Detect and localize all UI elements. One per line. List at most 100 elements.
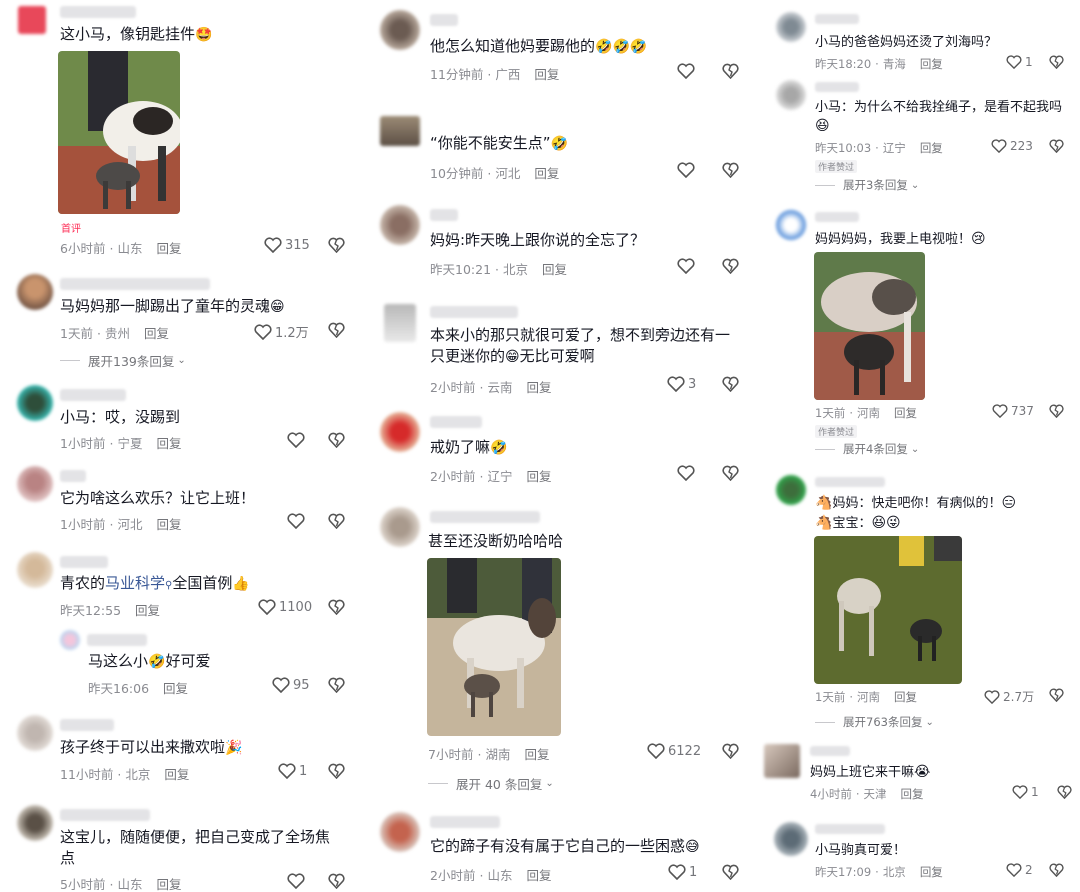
reply-button[interactable]: 回复: [900, 787, 923, 801]
dislike-button[interactable]: [328, 322, 345, 338]
avatar[interactable]: [380, 116, 420, 146]
username[interactable]: [815, 477, 885, 487]
dislike-button[interactable]: [1049, 55, 1064, 69]
dislike-button[interactable]: [722, 258, 739, 274]
like-button[interactable]: 1: [1012, 785, 1039, 799]
reply-button[interactable]: 回复: [156, 241, 181, 256]
username[interactable]: [815, 14, 859, 24]
avatar[interactable]: [17, 466, 53, 502]
dislike-button[interactable]: [1049, 404, 1064, 418]
reply-button[interactable]: 回复: [526, 469, 551, 484]
avatar[interactable]: [380, 412, 420, 452]
avatar[interactable]: [380, 205, 420, 245]
like-button[interactable]: 1: [278, 763, 307, 779]
avatar[interactable]: [380, 10, 420, 50]
comment-image[interactable]: [58, 51, 180, 214]
reply-button[interactable]: 回复: [894, 690, 917, 704]
comment-image[interactable]: [814, 536, 962, 684]
like-button[interactable]: 1100: [258, 599, 312, 615]
username[interactable]: [430, 511, 540, 523]
dislike-button[interactable]: [722, 63, 739, 79]
username[interactable]: [430, 306, 518, 318]
username[interactable]: [60, 389, 126, 401]
username[interactable]: [60, 719, 114, 731]
like-button[interactable]: [287, 513, 305, 529]
avatar[interactable]: [776, 210, 806, 240]
comment-image[interactable]: [814, 252, 925, 400]
dislike-button[interactable]: [1057, 785, 1072, 799]
username[interactable]: [815, 212, 859, 222]
like-button[interactable]: 6122: [647, 743, 701, 759]
reply-button[interactable]: 回复: [534, 67, 559, 82]
username[interactable]: [60, 6, 136, 18]
dislike-button[interactable]: [722, 864, 739, 880]
dislike-button[interactable]: [328, 763, 345, 779]
avatar[interactable]: [764, 744, 800, 778]
reply-button[interactable]: 回复: [526, 380, 551, 395]
dislike-button[interactable]: [1049, 688, 1064, 702]
reply-button[interactable]: 回复: [920, 57, 943, 71]
avatar[interactable]: [776, 12, 806, 42]
reply-button[interactable]: 回复: [894, 406, 917, 420]
like-button[interactable]: 223: [991, 139, 1033, 153]
username[interactable]: [87, 634, 147, 646]
like-button[interactable]: 1: [1006, 55, 1033, 69]
like-button[interactable]: [677, 465, 695, 481]
avatar[interactable]: [776, 475, 806, 505]
reply-button[interactable]: 回复: [156, 517, 181, 532]
like-button[interactable]: [287, 432, 305, 448]
avatar[interactable]: [774, 822, 808, 856]
like-button[interactable]: [677, 63, 695, 79]
avatar[interactable]: [776, 80, 806, 110]
comment-image[interactable]: [427, 558, 561, 736]
like-button[interactable]: 2.7万: [984, 688, 1034, 705]
dislike-button[interactable]: [1049, 863, 1064, 877]
dislike-button[interactable]: [722, 162, 739, 178]
like-button[interactable]: [677, 258, 695, 274]
expand-replies-button[interactable]: 展开139条回复 ⌄: [60, 351, 186, 370]
reply-button[interactable]: 回复: [542, 262, 567, 277]
dislike-button[interactable]: [328, 599, 345, 615]
like-button[interactable]: 1.2万: [254, 322, 309, 341]
dislike-button[interactable]: [722, 376, 739, 392]
username[interactable]: [815, 824, 885, 834]
reply-button[interactable]: 回复: [524, 747, 549, 762]
dislike-button[interactable]: [328, 873, 345, 889]
like-button[interactable]: 95: [272, 677, 310, 693]
username[interactable]: [810, 746, 850, 756]
like-button[interactable]: [677, 162, 695, 178]
like-button[interactable]: 315: [264, 237, 310, 253]
avatar[interactable]: [384, 304, 416, 342]
like-button[interactable]: [287, 873, 305, 889]
like-button[interactable]: 737: [992, 404, 1034, 418]
username[interactable]: [430, 416, 482, 428]
like-button[interactable]: 2: [1006, 863, 1033, 877]
reply-button[interactable]: 回复: [135, 603, 160, 618]
expand-replies-button[interactable]: 展开3条回复 ⌄: [815, 177, 919, 193]
avatar[interactable]: [18, 6, 46, 34]
username[interactable]: [430, 816, 500, 828]
reply-button[interactable]: 回复: [144, 326, 169, 341]
expand-replies-button[interactable]: 展开 40 条回复 ⌄: [428, 774, 554, 793]
like-button[interactable]: 1: [668, 864, 697, 880]
dislike-button[interactable]: [328, 677, 345, 693]
avatar[interactable]: [17, 715, 53, 751]
reply-button[interactable]: 回复: [156, 436, 181, 451]
avatar[interactable]: [17, 805, 53, 841]
avatar[interactable]: [380, 507, 420, 547]
username[interactable]: [60, 809, 150, 821]
dislike-button[interactable]: [328, 237, 345, 253]
username[interactable]: [815, 82, 859, 92]
avatar[interactable]: [17, 552, 53, 588]
reply-button[interactable]: 回复: [164, 767, 189, 782]
search-link[interactable]: 马业科学: [105, 574, 165, 592]
reply-button[interactable]: 回复: [526, 868, 551, 883]
avatar[interactable]: [17, 274, 53, 310]
expand-replies-button[interactable]: 展开763条回复 ⌄: [815, 714, 934, 730]
reply-button[interactable]: 回复: [920, 141, 943, 155]
expand-replies-button[interactable]: 展开4条回复 ⌄: [815, 441, 919, 457]
dislike-button[interactable]: [328, 432, 345, 448]
dislike-button[interactable]: [328, 513, 345, 529]
username[interactable]: [60, 278, 210, 290]
username[interactable]: [430, 209, 458, 221]
